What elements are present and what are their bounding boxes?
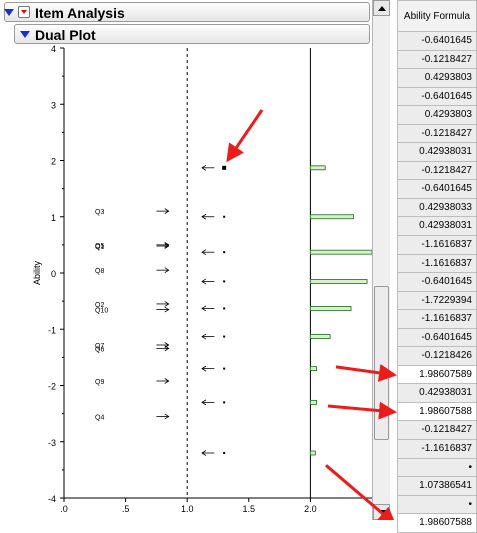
red-annotation-arrow bbox=[226, 109, 264, 163]
histogram-bar bbox=[309, 399, 317, 405]
dual-plot-title: Dual Plot bbox=[35, 27, 96, 43]
item-label: Q1 bbox=[95, 244, 104, 251]
y-tick-label: -3 bbox=[48, 438, 56, 448]
table-cell[interactable]: 0.42938031 bbox=[397, 384, 477, 403]
disclosure-triangle-icon[interactable] bbox=[4, 9, 14, 16]
ability-point bbox=[223, 215, 226, 218]
histogram-bar bbox=[309, 306, 352, 311]
scroll-up-button[interactable] bbox=[373, 0, 390, 16]
vertical-scrollbar[interactable] bbox=[372, 0, 390, 520]
table-cell[interactable]: -0.1218427 bbox=[397, 50, 477, 70]
column-header-ability-formula[interactable]: Ability Formula bbox=[397, 0, 477, 32]
table-cell[interactable]: -0.1218427 bbox=[397, 124, 477, 144]
table-cell[interactable]: • bbox=[397, 458, 477, 478]
y-tick-label: 3 bbox=[51, 100, 56, 110]
table-cell[interactable]: 1.98607588 bbox=[397, 514, 477, 533]
histogram-bar bbox=[309, 249, 372, 255]
y-tick-label: 2 bbox=[51, 157, 56, 167]
table-cell[interactable]: -1.1616837 bbox=[397, 440, 477, 459]
ability-point bbox=[223, 307, 226, 310]
item-label: Q9 bbox=[95, 379, 104, 386]
table-cell[interactable]: -1.1616837 bbox=[397, 236, 477, 255]
selected-ability-point bbox=[222, 165, 227, 170]
item-analysis-outline[interactable]: Item Analysis bbox=[4, 2, 370, 22]
item-label: Q4 bbox=[95, 414, 104, 421]
table-cell[interactable]: -0.6401645 bbox=[397, 87, 477, 107]
data-table: Ability Formula -0.6401645 -0.1218427 0.42… bbox=[390, 0, 477, 533]
table-cell[interactable]: -1.1616837 bbox=[397, 310, 477, 329]
scroll-down-button[interactable] bbox=[373, 504, 390, 520]
ability-point bbox=[223, 401, 226, 404]
y-tick-label: 1 bbox=[51, 213, 56, 223]
y-tick-label: 4 bbox=[51, 44, 56, 54]
table-cell[interactable]: 0.42938031 bbox=[397, 143, 477, 162]
red-triangle-menu-icon[interactable] bbox=[18, 6, 30, 18]
ability-point bbox=[223, 335, 226, 338]
table-cell[interactable]: -0.6401645 bbox=[397, 328, 477, 348]
table-cell[interactable]: -0.1218426 bbox=[397, 347, 477, 366]
item-label: Q10 bbox=[95, 308, 108, 315]
item-analysis-title: Item Analysis bbox=[35, 5, 125, 21]
table-cell[interactable]: 1.07386541 bbox=[397, 477, 477, 496]
table-cell[interactable]: 0.42938031 bbox=[397, 217, 477, 237]
report-panel: Item Analysis Dual Plot -4 -3 -2 -1 0 1 2 3 4 Abi… bbox=[0, 0, 372, 520]
table-cell[interactable]: 1.98607589 bbox=[397, 365, 477, 385]
ability-point bbox=[223, 452, 226, 454]
ability-point bbox=[223, 367, 226, 370]
disclosure-triangle-icon[interactable] bbox=[20, 31, 30, 38]
table-cell[interactable]: -0.1218427 bbox=[397, 421, 477, 441]
x-tick-label: .5 bbox=[122, 504, 130, 514]
ability-point bbox=[223, 280, 226, 283]
table-cell[interactable]: 1.98607588 bbox=[397, 402, 477, 422]
histogram-bar bbox=[309, 334, 331, 339]
table-cell[interactable]: -1.1616837 bbox=[397, 254, 477, 274]
table-cell[interactable]: -0.1218427 bbox=[397, 161, 477, 181]
table-cell[interactable]: -1.7229394 bbox=[397, 291, 477, 311]
x-tick-label: 1.5 bbox=[243, 504, 256, 514]
x-tick-label: 2.0 bbox=[304, 504, 317, 514]
y-axis-label: Ability bbox=[32, 261, 42, 286]
item-label: Q3 bbox=[95, 209, 104, 216]
x-tick-label: 1.0 bbox=[181, 504, 194, 514]
y-tick-label: -2 bbox=[48, 382, 56, 392]
table-cell[interactable]: 0.42938033 bbox=[397, 198, 477, 218]
dual-plot-outline[interactable]: Dual Plot bbox=[14, 24, 370, 44]
histogram-bar bbox=[309, 214, 354, 220]
dual-plot-chart: -4-3-2-101234Ability.0.5 1.0 1.5 2.0 Q3Q5Q1… bbox=[32, 44, 372, 514]
table-cell[interactable]: 0.4293803 bbox=[397, 106, 477, 125]
scroll-thumb[interactable] bbox=[374, 286, 389, 440]
table-cell[interactable]: -0.6401645 bbox=[397, 273, 477, 292]
table-cell[interactable]: • bbox=[397, 495, 477, 515]
ability-point bbox=[223, 251, 226, 254]
item-label: Q8 bbox=[95, 268, 104, 275]
histogram-bar bbox=[309, 366, 317, 372]
table-cell[interactable]: -0.6401645 bbox=[397, 180, 477, 199]
histogram-bar bbox=[309, 450, 316, 456]
table-cell[interactable]: -0.6401645 bbox=[397, 32, 477, 51]
column-cells: -0.6401645 -0.1218427 0.4293803 -0.6401645 0… bbox=[397, 32, 477, 533]
y-tick-label: -1 bbox=[48, 325, 56, 335]
histogram-bar bbox=[309, 165, 326, 171]
table-cell[interactable]: 0.4293803 bbox=[397, 69, 477, 88]
y-tick-label: -4 bbox=[48, 494, 56, 504]
y-tick-label: 0 bbox=[51, 269, 56, 279]
x-tick-label: .0 bbox=[60, 504, 68, 514]
item-label: Q6 bbox=[95, 346, 104, 353]
histogram-bar bbox=[309, 279, 368, 284]
